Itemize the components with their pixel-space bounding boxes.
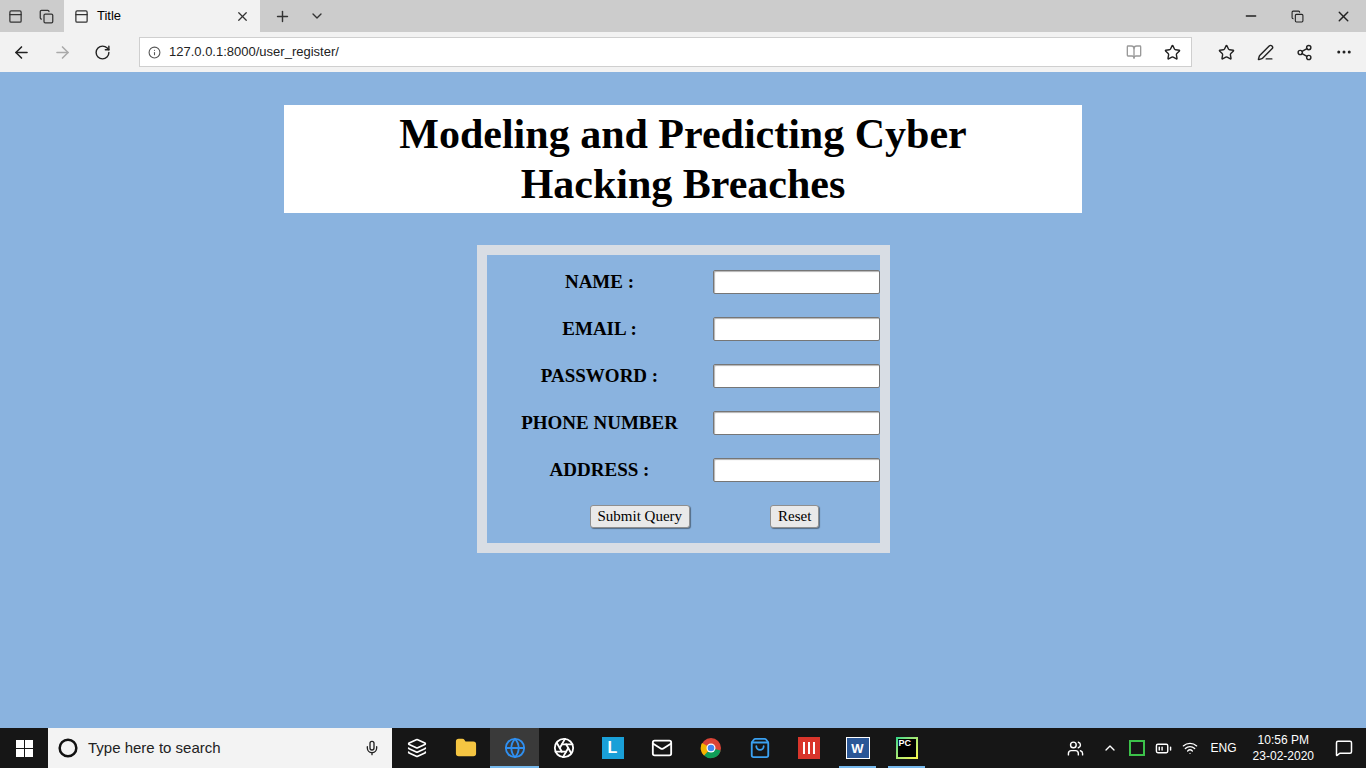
show-hidden-icon[interactable] bbox=[1102, 740, 1118, 756]
taskbar-app[interactable] bbox=[392, 728, 441, 768]
more-icon[interactable] bbox=[1335, 43, 1353, 61]
taskbar-app[interactable] bbox=[735, 728, 784, 768]
taskbar: Type here to search L W PC ENG 10:56 PM23-02-… bbox=[0, 728, 1366, 768]
media-icon bbox=[553, 737, 575, 759]
minimize-button[interactable] bbox=[1228, 0, 1274, 32]
search-box[interactable]: Type here to search bbox=[48, 728, 392, 768]
tab-preview-icon[interactable] bbox=[309, 8, 325, 24]
wifi-icon[interactable] bbox=[1182, 740, 1198, 756]
system-tray: ENG 10:56 PM23-02-2020 bbox=[1055, 728, 1366, 768]
mic-icon[interactable] bbox=[364, 740, 380, 756]
chrome-icon bbox=[700, 737, 722, 759]
page: Modeling and Predicting CyberHacking Bre… bbox=[0, 72, 1366, 728]
text-input[interactable] bbox=[713, 411, 880, 435]
favorites-hub-icon[interactable] bbox=[1218, 44, 1235, 61]
field-label: NAME : bbox=[487, 270, 713, 294]
taskbar-app[interactable] bbox=[441, 728, 490, 768]
text-input[interactable] bbox=[713, 317, 880, 341]
pycharm-icon: PC bbox=[896, 737, 918, 759]
store-icon bbox=[749, 737, 771, 759]
reading-view-icon[interactable] bbox=[1126, 44, 1142, 60]
mail-icon bbox=[651, 737, 673, 759]
taskbar-app[interactable]: L bbox=[588, 728, 637, 768]
site-info-icon[interactable] bbox=[148, 46, 161, 59]
task-view-icon bbox=[407, 738, 427, 758]
taskbar-app[interactable]: W bbox=[833, 728, 882, 768]
taskbar-app[interactable] bbox=[637, 728, 686, 768]
page-title: Modeling and Predicting CyberHacking Bre… bbox=[284, 105, 1082, 213]
page-icon bbox=[74, 9, 89, 24]
field-label: EMAIL : bbox=[487, 317, 713, 341]
people-icon[interactable] bbox=[1067, 740, 1084, 757]
text-input[interactable] bbox=[713, 270, 880, 294]
word-icon: W bbox=[846, 737, 870, 759]
red-app-icon bbox=[798, 737, 820, 759]
taskbar-app[interactable]: PC bbox=[882, 728, 931, 768]
restore-button[interactable] bbox=[1274, 0, 1320, 32]
tabs-aside-icon[interactable] bbox=[8, 9, 23, 24]
refresh-icon[interactable] bbox=[94, 44, 111, 61]
screen: Title 127.0.0.1:8000/user_register/Modeli… bbox=[0, 0, 1366, 768]
folder-icon bbox=[455, 737, 477, 759]
close-icon bbox=[1335, 8, 1352, 25]
start-button[interactable] bbox=[0, 728, 48, 768]
browser-tab[interactable]: Title bbox=[64, 0, 260, 32]
set-aside-icon[interactable] bbox=[39, 9, 54, 24]
field-label: PHONE NUMBER bbox=[487, 411, 713, 435]
close-button[interactable] bbox=[1320, 0, 1366, 32]
favorite-icon[interactable] bbox=[1164, 44, 1181, 61]
clock[interactable]: 10:56 PM23-02-2020 bbox=[1245, 732, 1322, 764]
taskbar-app[interactable] bbox=[784, 728, 833, 768]
notification-button[interactable] bbox=[1322, 728, 1366, 768]
notes-icon[interactable] bbox=[1257, 44, 1274, 61]
battery-icon[interactable] bbox=[1155, 740, 1172, 757]
submit-button[interactable]: Submit Query bbox=[590, 505, 691, 528]
tray-app-icon[interactable] bbox=[1129, 740, 1145, 756]
share-icon[interactable] bbox=[1296, 44, 1313, 61]
new-tab-icon[interactable] bbox=[274, 8, 291, 25]
text-input[interactable] bbox=[713, 364, 880, 388]
windows-icon bbox=[16, 740, 33, 757]
forward-icon[interactable] bbox=[53, 43, 72, 62]
minimize-icon bbox=[1243, 8, 1259, 24]
tab-strip: Title bbox=[0, 0, 1366, 32]
address-bar[interactable]: 127.0.0.1:8000/user_register/ bbox=[139, 37, 1192, 67]
field-label: ADDRESS : bbox=[487, 458, 713, 482]
taskbar-app[interactable] bbox=[490, 728, 539, 768]
close-tab-icon[interactable] bbox=[235, 9, 250, 24]
cortana-icon bbox=[58, 738, 78, 758]
reset-button[interactable]: Reset bbox=[770, 505, 819, 528]
taskbar-app[interactable] bbox=[686, 728, 735, 768]
taskbar-app[interactable] bbox=[539, 728, 588, 768]
l-app-icon: L bbox=[602, 737, 624, 759]
field-label: PASSWORD : bbox=[487, 364, 713, 388]
language-indicator[interactable]: ENG bbox=[1211, 739, 1237, 757]
edge-icon bbox=[504, 737, 526, 759]
text-input[interactable] bbox=[713, 458, 880, 482]
restore-icon bbox=[1291, 10, 1304, 23]
register-form: NAME : EMAIL : PASSWORD : PHONE NUMBER ADDRE… bbox=[477, 245, 890, 553]
back-icon[interactable] bbox=[12, 43, 31, 62]
navigation-bar: 127.0.0.1:8000/user_register/ bbox=[0, 32, 1366, 72]
notification-icon bbox=[1335, 739, 1353, 757]
